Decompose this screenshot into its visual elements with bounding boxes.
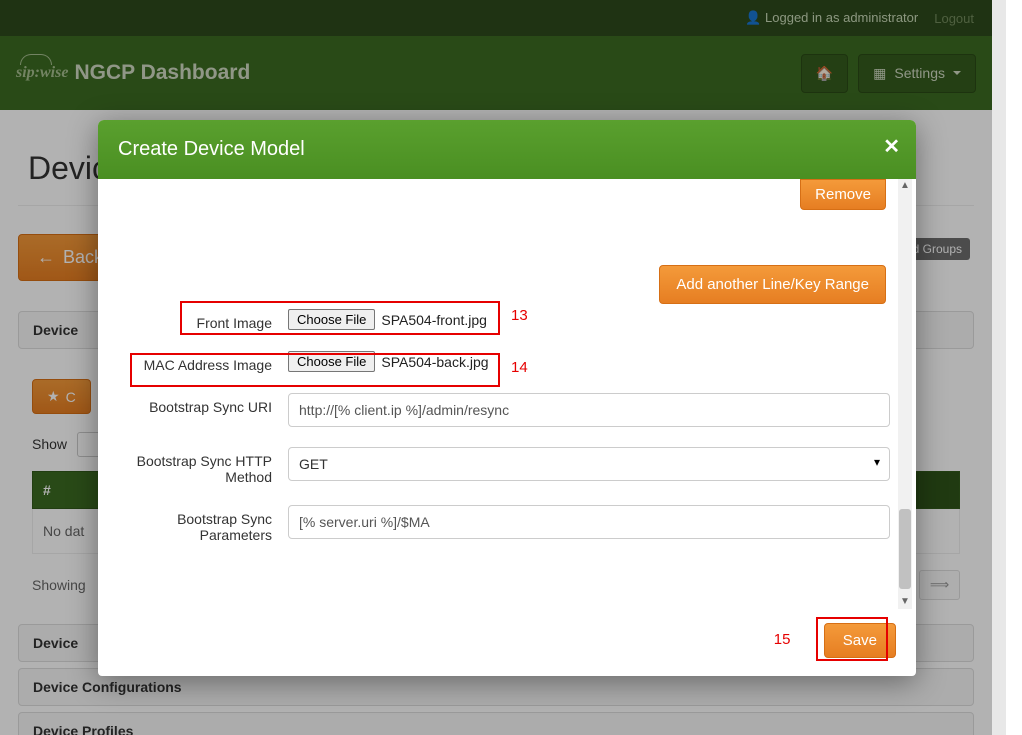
mac-image-choose-file[interactable]: Choose File xyxy=(288,351,375,372)
modal-scroll-area: Remove Add another Line/Key Range Front … xyxy=(98,179,916,609)
sync-params-input[interactable] xyxy=(288,505,890,539)
sync-uri-label: Bootstrap Sync URI xyxy=(116,393,288,415)
add-range-button[interactable]: Add another Line/Key Range xyxy=(659,265,886,304)
front-image-filename: SPA504-front.jpg xyxy=(381,312,487,328)
remove-button[interactable]: Remove xyxy=(800,179,886,210)
sync-method-label: Bootstrap Sync HTTP Method xyxy=(116,447,288,485)
modal-header: Create Device Model ✕ xyxy=(98,120,916,179)
modal-scroll-up-arrow[interactable]: ▲ xyxy=(899,179,911,193)
modal-scrollbar-thumb[interactable] xyxy=(899,509,911,589)
save-button[interactable]: Save xyxy=(824,623,896,658)
create-device-model-modal: Create Device Model ✕ Remove Add another… xyxy=(98,120,916,676)
front-image-choose-file[interactable]: Choose File xyxy=(288,309,375,330)
mac-image-label: MAC Address Image xyxy=(116,351,288,373)
mac-image-filename: SPA504-back.jpg xyxy=(381,354,488,370)
annotation-label-15: 15 xyxy=(774,631,791,648)
close-icon[interactable]: ✕ xyxy=(883,134,900,159)
front-image-label: Front Image xyxy=(116,309,288,331)
sync-method-select[interactable]: GET xyxy=(288,447,890,481)
modal-scroll-down-arrow[interactable]: ▼ xyxy=(899,595,911,609)
sync-uri-input[interactable] xyxy=(288,393,890,427)
sync-params-label: Bootstrap Sync Parameters xyxy=(116,505,288,543)
modal-title: Create Device Model xyxy=(118,138,305,160)
page-scrollbar[interactable] xyxy=(992,0,1006,735)
